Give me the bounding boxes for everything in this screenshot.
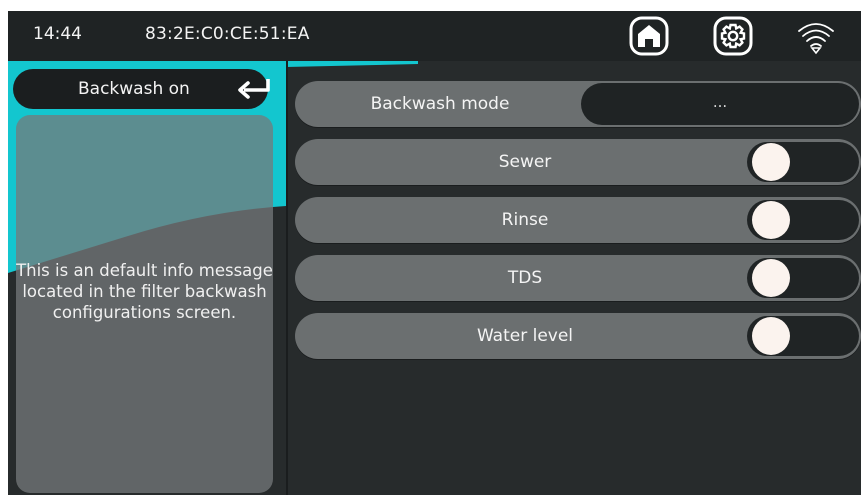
device-screen: 14:44 83:2E:C0:CE:51:EA Backwash on This… [8, 11, 861, 495]
rinse-toggle-knob[interactable] [752, 201, 790, 239]
status-bar: 14:44 83:2E:C0:CE:51:EA [8, 11, 861, 61]
wifi-icon[interactable] [795, 15, 837, 57]
panel-divider [286, 61, 288, 495]
info-card: This is an default info message located … [16, 115, 273, 493]
sewer-toggle-knob[interactable] [752, 143, 790, 181]
tds-toggle-knob[interactable] [752, 259, 790, 297]
backwash-mode-row[interactable]: Backwash mode ... [295, 81, 861, 127]
home-icon[interactable] [628, 15, 670, 57]
gear-icon[interactable] [712, 15, 754, 57]
accent-strip [286, 61, 418, 67]
rinse-label: Rinse [501, 210, 549, 230]
info-message: This is an default info message located … [16, 261, 273, 322]
sewer-row[interactable]: Sewer [295, 139, 861, 185]
tds-label: TDS [507, 268, 543, 288]
mac-address: 83:2E:C0:CE:51:EA [145, 24, 310, 44]
sewer-label: Sewer [498, 152, 552, 172]
rinse-row[interactable]: Rinse [295, 197, 861, 243]
backwash-mode-select[interactable]: ... [581, 83, 859, 125]
clock: 14:44 [33, 24, 82, 44]
water-level-row[interactable]: Water level [295, 313, 861, 359]
water-level-toggle-knob[interactable] [752, 317, 790, 355]
return-arrow-icon [238, 79, 270, 99]
backwash-mode-label: Backwash mode [370, 94, 510, 114]
water-level-label: Water level [476, 326, 574, 346]
back-button-label: Backwash on [78, 79, 190, 99]
tds-row[interactable]: TDS [295, 255, 861, 301]
back-button[interactable]: Backwash on [13, 69, 270, 109]
left-panel: Backwash on This is an default info mess… [8, 61, 286, 495]
